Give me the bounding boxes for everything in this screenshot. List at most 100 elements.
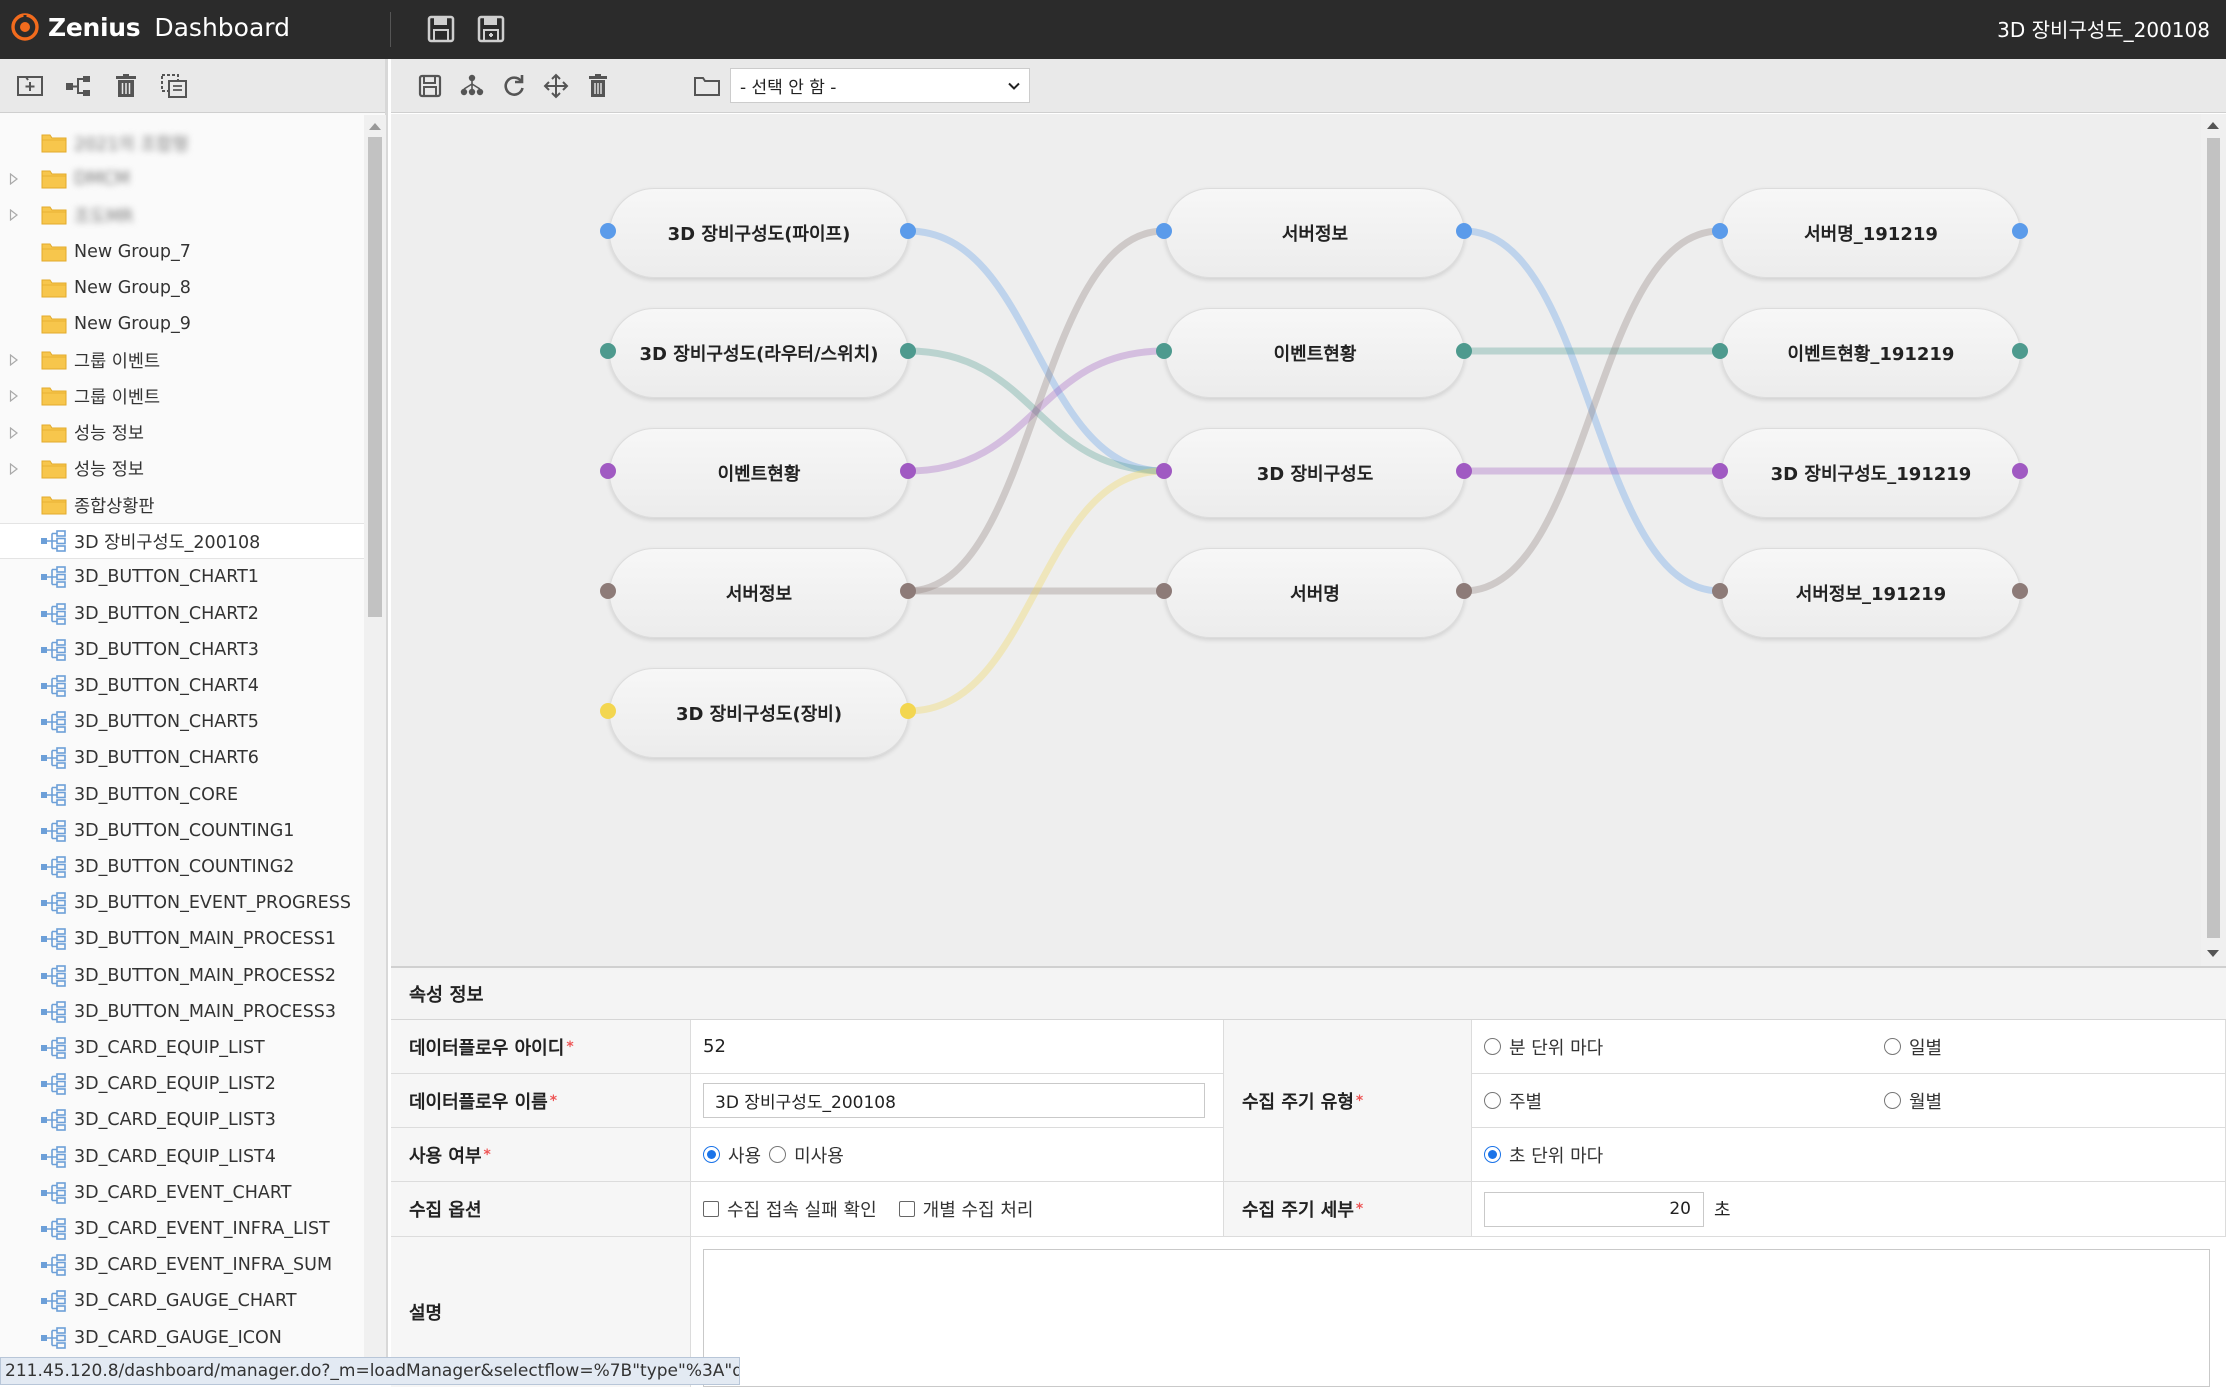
- dataflow-node[interactable]: 이벤트현황: [1165, 308, 1465, 398]
- radio-icon[interactable]: [1884, 1038, 1901, 1055]
- refresh-icon[interactable]: [501, 73, 527, 99]
- output-port[interactable]: [1456, 223, 1472, 239]
- save-as-icon[interactable]: [476, 13, 506, 45]
- individual-collect-checkbox[interactable]: 개별 수집 처리: [898, 1196, 1033, 1222]
- dataflow-name-input[interactable]: 3D 장비구성도_200108: [703, 1083, 1205, 1118]
- tree-folder-item[interactable]: 그룹 이벤트: [0, 378, 364, 414]
- output-port[interactable]: [1456, 343, 1472, 359]
- tree-flow-item[interactable]: 3D 장비구성도_200108: [0, 523, 364, 560]
- connect-fail-checkbox[interactable]: 수집 접속 실패 확인: [703, 1196, 877, 1222]
- input-port[interactable]: [1156, 223, 1172, 239]
- tree-flow-item[interactable]: 3D_CARD_EQUIP_LIST2: [0, 1066, 364, 1102]
- cycle-weekly-radio[interactable]: 주별: [1484, 1088, 1542, 1114]
- expand-arrow-icon[interactable]: [9, 173, 19, 186]
- output-port[interactable]: [900, 583, 916, 599]
- tree-folder-item[interactable]: 종합상황판: [0, 487, 364, 523]
- scroll-up-icon[interactable]: [2207, 122, 2219, 129]
- dataflow-node[interactable]: 서버정보_191219: [1721, 548, 2021, 638]
- tree-flow-item[interactable]: 3D_BUTTON_CHART4: [0, 668, 364, 704]
- tree-flow-item[interactable]: 3D_BUTTON_CHART3: [0, 632, 364, 668]
- radio-icon[interactable]: [769, 1146, 787, 1163]
- expand-arrow-icon[interactable]: [9, 390, 19, 403]
- dataflow-node[interactable]: 서버정보: [1165, 188, 1465, 278]
- tree-flow-item[interactable]: 3D_CARD_GAUGE_CHART: [0, 1283, 364, 1319]
- tree-folder-item[interactable]: 성능 정보: [0, 451, 364, 487]
- input-port[interactable]: [1156, 583, 1172, 599]
- tree-flow-item[interactable]: 3D_BUTTON_CHART2: [0, 596, 364, 632]
- tree-flow-item[interactable]: 3D_BUTTON_CORE: [0, 777, 364, 813]
- cycle-minute-radio[interactable]: 분 단위 마다: [1484, 1034, 1603, 1060]
- output-port[interactable]: [2012, 583, 2028, 599]
- output-port[interactable]: [900, 223, 916, 239]
- output-port[interactable]: [2012, 223, 2028, 239]
- copy-icon[interactable]: [160, 73, 188, 99]
- scroll-down-icon[interactable]: [2207, 950, 2219, 957]
- sidebar-scroll-thumb[interactable]: [368, 137, 382, 617]
- dataflow-node[interactable]: 이벤트현황_191219: [1721, 308, 2021, 398]
- cycle-second-radio[interactable]: 초 단위 마다: [1484, 1142, 1603, 1168]
- tree-flow-item[interactable]: 3D_BUTTON_CHART1: [0, 559, 364, 595]
- tree-folder-item[interactable]: 2021의 조합형: [0, 125, 364, 161]
- input-port[interactable]: [1712, 223, 1728, 239]
- tree-flow-item[interactable]: 3D_CARD_EVENT_CHART: [0, 1175, 364, 1211]
- output-port[interactable]: [900, 343, 916, 359]
- dataflow-canvas[interactable]: 3D 장비구성도(파이프) 3D 장비구성도(라우터/스위치) 이벤트현황 서버정보 3…: [391, 114, 2201, 966]
- dataflow-node[interactable]: 서버명: [1165, 548, 1465, 638]
- tree-flow-item[interactable]: 3D_BUTTON_CHART5: [0, 704, 364, 740]
- input-port[interactable]: [1712, 343, 1728, 359]
- input-port[interactable]: [1712, 583, 1728, 599]
- radio-selected-icon[interactable]: [703, 1146, 720, 1163]
- use-radio-off[interactable]: 미사용: [769, 1142, 844, 1168]
- tree-flow-item[interactable]: 3D_CARD_EQUIP_LIST3: [0, 1102, 364, 1138]
- tree-flow-item[interactable]: 3D_CARD_EQUIP_LIST4: [0, 1139, 364, 1175]
- tree-flow-item[interactable]: 3D_BUTTON_MAIN_PROCESS1: [0, 921, 364, 957]
- folder-select[interactable]: - 선택 안 함 -: [730, 68, 1030, 103]
- input-port[interactable]: [600, 703, 616, 719]
- checkbox-icon[interactable]: [898, 1201, 915, 1217]
- tree-folder-item[interactable]: DMCM: [0, 161, 364, 197]
- expand-arrow-icon[interactable]: [9, 354, 19, 367]
- expand-arrow-icon[interactable]: [9, 426, 19, 439]
- canvas-scroll-thumb[interactable]: [2207, 138, 2220, 938]
- radio-icon[interactable]: [1484, 1038, 1501, 1055]
- dataflow-node[interactable]: 3D 장비구성도(장비): [609, 668, 909, 758]
- description-textarea[interactable]: [703, 1249, 2210, 1387]
- tree-folder-item[interactable]: 그룹 이벤트: [0, 342, 364, 378]
- dataflow-node[interactable]: 3D 장비구성도_191219: [1721, 428, 2021, 518]
- tree-flow-item[interactable]: 3D_BUTTON_MAIN_PROCESS2: [0, 958, 364, 994]
- expand-arrow-icon[interactable]: [9, 462, 19, 475]
- output-port[interactable]: [2012, 343, 2028, 359]
- tree-folder-item[interactable]: New Group_9: [0, 306, 364, 342]
- tree-flow-item[interactable]: 3D_CARD_EQUIP_LIST: [0, 1030, 364, 1066]
- tree-flow-item[interactable]: 3D_BUTTON_EVENT_PROGRESS: [0, 885, 364, 921]
- sidebar-scrollbar[interactable]: [364, 115, 386, 1385]
- input-port[interactable]: [1156, 343, 1172, 359]
- dataflow-node[interactable]: 이벤트현황: [609, 428, 909, 518]
- scroll-up-icon[interactable]: [369, 123, 381, 130]
- tree-flow-item[interactable]: 3D_CARD_EVENT_INFRA_LIST: [0, 1211, 364, 1247]
- tree-flow-item[interactable]: 3D_BUTTON_MAIN_PROCESS3: [0, 994, 364, 1030]
- tree-flow-item[interactable]: 3D_BUTTON_COUNTING2: [0, 849, 364, 885]
- brand[interactable]: Zenius Dashboard: [10, 12, 290, 42]
- folder-icon[interactable]: [693, 74, 721, 98]
- output-port[interactable]: [1456, 583, 1472, 599]
- input-port[interactable]: [600, 583, 616, 599]
- input-port[interactable]: [1712, 463, 1728, 479]
- input-port[interactable]: [1156, 463, 1172, 479]
- expand-icon[interactable]: [543, 73, 569, 99]
- use-radio-on[interactable]: 사용: [703, 1142, 761, 1168]
- output-port[interactable]: [1456, 463, 1472, 479]
- dataflow-node[interactable]: 서버정보: [609, 548, 909, 638]
- tree-flow-item[interactable]: 3D_BUTTON_COUNTING1: [0, 813, 364, 849]
- cycle-daily-radio[interactable]: 일별: [1884, 1034, 1942, 1060]
- output-port[interactable]: [900, 463, 916, 479]
- tree-flow-item[interactable]: 3D_CARD_EVENT_INFRA_SUM: [0, 1247, 364, 1283]
- input-port[interactable]: [600, 463, 616, 479]
- tree-folder-item[interactable]: 조도MR: [0, 197, 364, 233]
- tree-folder-item[interactable]: New Group_8: [0, 270, 364, 306]
- output-port[interactable]: [900, 703, 916, 719]
- checkbox-icon[interactable]: [703, 1201, 719, 1217]
- input-port[interactable]: [600, 223, 616, 239]
- cycle-detail-input[interactable]: 20: [1484, 1191, 1704, 1227]
- tree-flow-item[interactable]: 3D_BUTTON_CHART6: [0, 740, 364, 776]
